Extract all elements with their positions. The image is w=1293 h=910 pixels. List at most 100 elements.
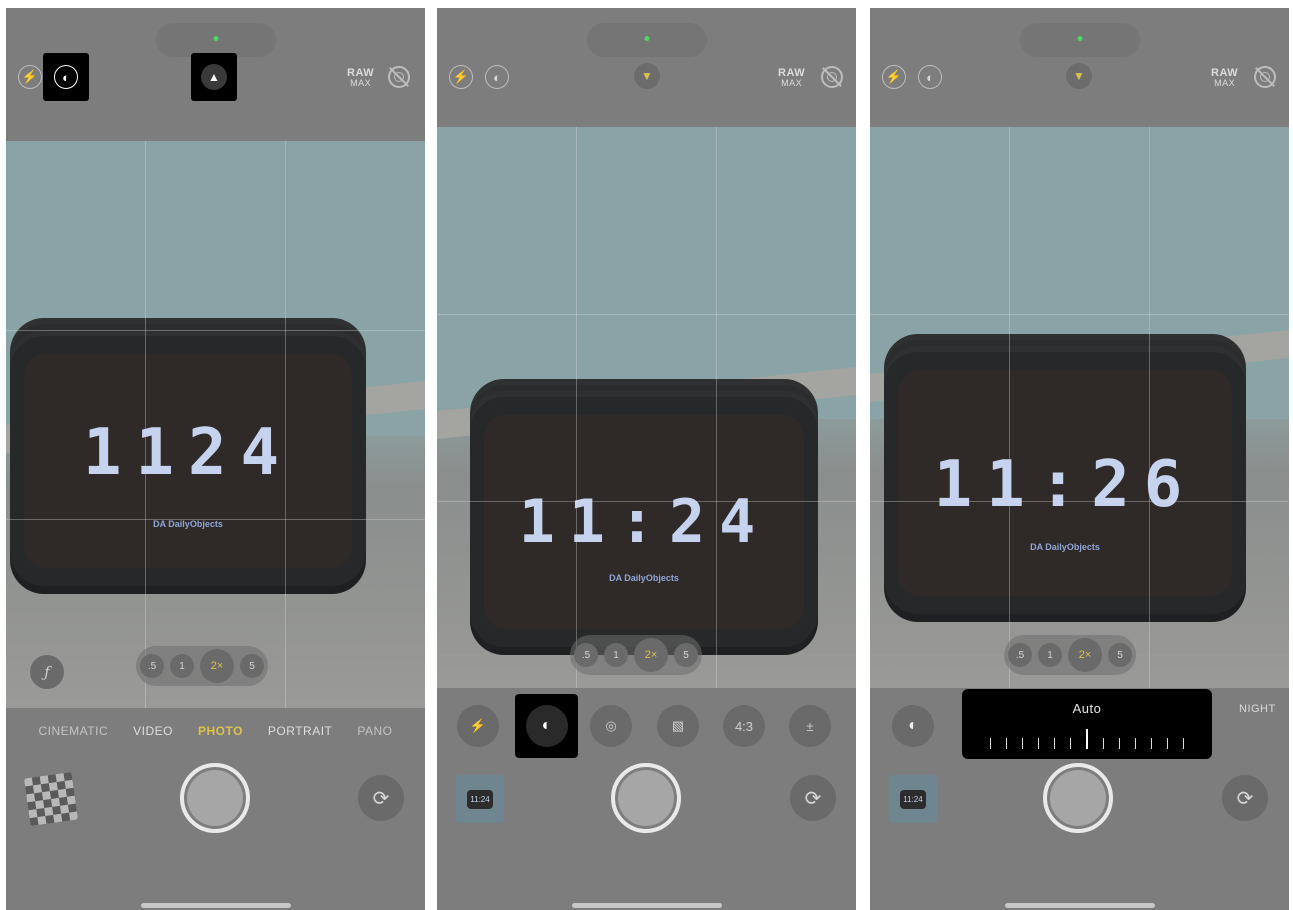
max-label: MAX [781,78,803,88]
flash-icon[interactable]: ⚡ [18,65,42,89]
zoom-5x[interactable]: 5 [1108,643,1132,667]
photo-thumbnail[interactable]: 11:24 [889,775,937,823]
viewfinder[interactable]: 11:26 DA DailyObjects .5 1 2× 5 [870,127,1289,688]
mode-selector: CINEMATIC VIDEO PHOTO PORTRAIT PANO [6,724,425,738]
zoom-0-5x[interactable]: .5 [140,654,164,678]
clock-subject: 11:26 DA DailyObjects [884,352,1246,614]
grid-line [716,127,717,688]
tick [1070,738,1071,749]
night-mode-icon[interactable]: ◐ [918,65,942,89]
tick [1135,738,1136,749]
mode-photo[interactable]: PHOTO [198,724,243,738]
flip-camera-icon[interactable]: ⟳ [358,775,404,821]
zoom-1x[interactable]: 1 [604,643,628,667]
raw-max-toggle[interactable]: RAW MAX [778,68,805,89]
zoom-selector: .5 1 2× 5 [570,635,702,675]
grid-line [1149,127,1150,688]
flash-icon[interactable]: ⚡ [449,65,473,89]
night-mode-control[interactable]: ◐ [525,705,568,747]
night-mode-highlight[interactable]: ◐ [515,694,578,758]
live-photo-icon[interactable] [388,66,410,88]
raw-max-toggle[interactable]: RAW MAX [347,68,374,89]
zoom-5x[interactable]: 5 [674,643,698,667]
grid-line [1009,127,1010,688]
zoom-2x[interactable]: 2× [200,649,234,683]
clock-time: 1124 [82,416,294,490]
dynamic-island [586,23,707,57]
zoom-2x[interactable]: 2× [1068,638,1102,672]
zoom-selector: .5 1 2× 5 [1004,635,1136,675]
mode-pano[interactable]: PANO [357,724,392,738]
camera-in-use-indicator [1077,36,1082,41]
dynamic-island [155,23,276,57]
clock-time: 11:24 [518,487,770,557]
clock-subject: 11:24 DA DailyObjects [470,397,818,647]
tick [1183,738,1184,749]
live-photo-icon[interactable] [821,66,843,88]
zoom-0-5x[interactable]: .5 [574,643,598,667]
camera-screen-3: ⚡ ◐ ▼ RAW MAX 11:26 DA DailyObjects .5 1 … [870,8,1289,910]
night-mode-highlight[interactable]: ◐ [43,53,89,101]
shutter-button[interactable] [611,763,681,833]
home-indicator[interactable] [571,903,722,908]
flip-camera-icon[interactable]: ⟳ [1222,775,1268,821]
photographic-styles-control[interactable]: ▧ [657,705,699,747]
max-label: MAX [350,78,372,88]
mode-cinematic[interactable]: CINEMATIC [39,724,109,738]
mode-video[interactable]: VIDEO [133,724,173,738]
dynamic-island [1019,23,1140,57]
tick [1006,738,1007,749]
aperture-button[interactable]: ƒ [30,655,64,689]
zoom-0-5x[interactable]: .5 [1008,643,1032,667]
shutter-button[interactable] [180,763,250,833]
flip-camera-icon[interactable]: ⟳ [790,775,836,821]
grid-line [576,127,577,688]
chevron-up-icon[interactable]: ▲ [201,64,227,90]
mode-portrait[interactable]: PORTRAIT [268,724,332,738]
zoom-selector: .5 1 2× 5 [136,646,268,686]
night-mode-icon[interactable]: ◐ [54,65,78,89]
tick [1151,738,1152,749]
shutter-button[interactable] [1043,763,1113,833]
home-indicator[interactable] [140,903,291,908]
exposure-control[interactable]: ± [789,705,831,747]
zoom-2x[interactable]: 2× [634,638,668,672]
exposure-ticks[interactable] [990,729,1184,749]
viewfinder[interactable]: 11:24 DA DailyObjects .5 1 2× 5 [437,127,856,688]
clock-time: 11:26 [933,448,1197,522]
raw-max-toggle[interactable]: RAW MAX [1211,68,1238,89]
camera-in-use-indicator [644,36,649,41]
photo-thumbnail[interactable]: 11:24 [456,775,504,823]
tick [1119,738,1120,749]
home-indicator[interactable] [1004,903,1155,908]
tick [1038,738,1039,749]
clock-subject: 1124 DA DailyObjects [10,336,366,586]
clock-brand: DA DailyObjects [1030,542,1100,552]
zoom-5x[interactable]: 5 [240,654,264,678]
tick-center [1086,729,1088,749]
chevron-down-icon[interactable]: ▼ [1066,63,1092,89]
grid-line [437,314,856,315]
tick [1167,738,1168,749]
camera-in-use-indicator [213,36,218,41]
flash-icon[interactable]: ⚡ [882,65,906,89]
grid-line [145,141,146,708]
night-mode-icon[interactable]: ◐ [485,65,509,89]
chevron-down-icon[interactable]: ▼ [634,63,660,89]
viewfinder[interactable]: 1124 DA DailyObjects ƒ .5 1 2× 5 [6,141,425,708]
night-mode-control[interactable]: ◐ [892,705,934,747]
controls-toggle-highlight[interactable]: ▲ [191,53,237,101]
flash-control[interactable]: ⚡ [457,705,499,747]
zoom-1x[interactable]: 1 [170,654,194,678]
photo-thumbnail[interactable] [23,771,79,827]
grid-line [870,501,1289,502]
camera-screen-2: ⚡ ◐ ▼ RAW MAX 11:24 DA DailyObjects .5 1 … [437,8,856,910]
zoom-1x[interactable]: 1 [1038,643,1062,667]
live-photo-control[interactable]: ◎ [590,705,632,747]
tick [1054,738,1055,749]
night-exposure-slider[interactable]: Auto [962,689,1212,759]
exposure-auto-label: Auto [1072,701,1102,716]
grid-line [6,330,425,331]
aspect-ratio-control[interactable]: 4:3 [723,705,765,747]
live-photo-icon[interactable] [1254,66,1276,88]
